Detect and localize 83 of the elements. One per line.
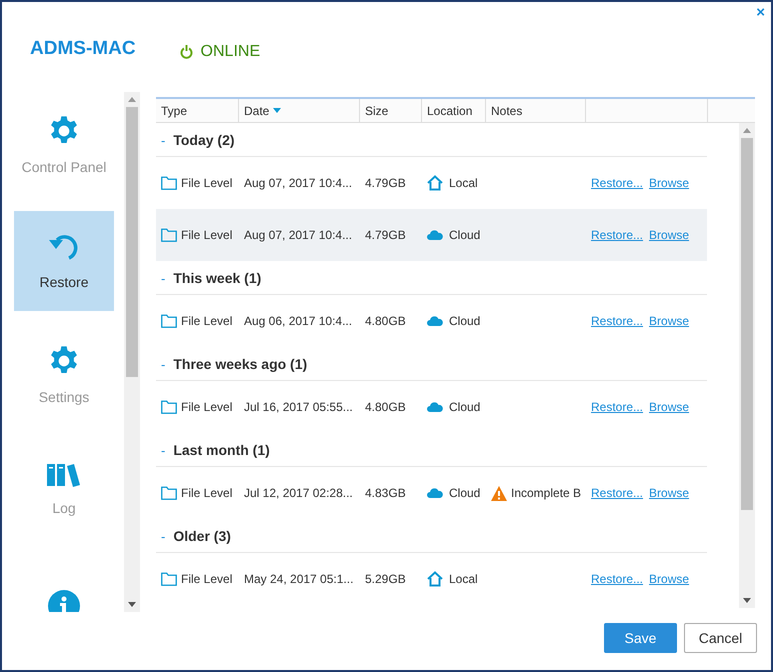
scroll-up-icon[interactable] <box>128 97 136 102</box>
type-cell-text: File Level <box>181 485 232 502</box>
type-cell-text: File Level <box>181 227 232 244</box>
cloud-icon <box>427 488 443 498</box>
location-cell-text: Local <box>449 571 478 588</box>
sidebar-item[interactable]: Settings <box>14 326 114 426</box>
date-cell-text: Aug 07, 2017 10:4... <box>243 175 354 192</box>
size-cell-text: 4.80GB <box>364 313 407 330</box>
folder-icon <box>161 486 177 500</box>
group-heading: Last month (1) <box>173 441 270 460</box>
location-cell-text: Local <box>449 175 478 192</box>
action-link[interactable]: Restore... <box>591 312 644 330</box>
status-text: ONLINE <box>200 42 260 62</box>
type-cell-text: File Level <box>181 571 232 588</box>
folder-icon <box>161 572 177 586</box>
action-link[interactable]: Browse <box>649 570 690 588</box>
cancel-button[interactable]: Cancel <box>684 623 757 653</box>
sidebar-item[interactable]: Log <box>14 441 114 541</box>
scrollbar[interactable] <box>124 92 140 612</box>
action-link[interactable]: Browse <box>649 398 690 416</box>
group-heading: Today (2) <box>173 131 235 150</box>
scroll-down-icon[interactable] <box>128 602 136 607</box>
folder-icon <box>161 314 177 328</box>
column-header[interactable]: Type <box>156 99 239 122</box>
sidebar-item[interactable]: Control Panel <box>14 96 114 196</box>
collapse-toggle[interactable]: - <box>161 354 166 374</box>
scroll-up-icon[interactable] <box>743 128 751 133</box>
type-cell-text: File Level <box>181 175 232 192</box>
size-cell-text: 4.80GB <box>364 399 407 416</box>
notes-cell-text: Incomplete B <box>511 485 582 502</box>
folder-icon <box>161 176 177 190</box>
home-icon <box>427 175 443 191</box>
cloud-icon <box>427 316 443 326</box>
size-cell-text: 4.83GB <box>364 485 407 502</box>
action-link[interactable]: Restore... <box>591 174 644 192</box>
action-link[interactable]: Browse <box>649 484 690 502</box>
collapse-toggle[interactable]: - <box>161 526 166 546</box>
cloud-icon <box>427 402 443 412</box>
size-cell-text: 4.79GB <box>364 175 407 192</box>
date-cell-text: Jul 12, 2017 02:28... <box>243 485 354 502</box>
location-cell-text: Cloud <box>449 227 480 244</box>
type-cell-text: File Level <box>181 313 232 330</box>
action-link[interactable]: Restore... <box>591 570 644 588</box>
action-link[interactable]: Browse <box>649 312 690 330</box>
close-button[interactable]: × <box>756 5 765 20</box>
date-cell-text: Aug 07, 2017 10:4... <box>243 227 354 244</box>
group-heading: Older (3) <box>173 527 231 546</box>
action-link[interactable]: Restore... <box>591 226 644 244</box>
scrollbar[interactable] <box>739 123 755 608</box>
collapse-toggle[interactable]: - <box>161 130 166 150</box>
sort-caret-icon <box>273 108 282 113</box>
action-link[interactable]: Restore... <box>591 484 644 502</box>
date-cell-text: Jul 16, 2017 05:55... <box>243 399 354 416</box>
date-cell-text: Aug 06, 2017 10:4... <box>243 313 354 330</box>
column-header[interactable]: Location <box>422 99 486 122</box>
device-name: ADMS-MAC <box>30 37 136 61</box>
group-heading: Three weeks ago (1) <box>173 355 308 374</box>
group-heading: This week (1) <box>173 269 262 288</box>
cloud-icon <box>427 230 443 240</box>
column-header[interactable]: Notes <box>486 99 586 122</box>
action-link[interactable]: Browse <box>649 226 690 244</box>
date-cell-text: May 24, 2017 05:1... <box>243 571 354 588</box>
home-icon <box>427 571 443 587</box>
location-cell-text: Cloud <box>449 485 480 502</box>
table-row[interactable]: File Level Aug 07, 2017 10:4... 4.79GB Cloud Restore... Browse <box>156 209 707 261</box>
action-link[interactable]: Browse <box>649 174 690 192</box>
folder-icon <box>161 400 177 414</box>
column-header[interactable]: Date <box>239 99 360 122</box>
column-header[interactable]: Size <box>360 99 422 122</box>
type-cell-text: File Level <box>181 399 232 416</box>
action-link[interactable]: Restore... <box>591 398 644 416</box>
location-cell-text: Cloud <box>449 313 480 330</box>
save-button[interactable]: Save <box>604 623 677 653</box>
collapse-toggle[interactable]: - <box>161 268 166 288</box>
warning-icon <box>491 486 507 500</box>
size-cell-text: 5.29GB <box>364 571 407 588</box>
collapse-toggle[interactable]: - <box>161 440 166 460</box>
books-icon <box>47 464 81 488</box>
folder-icon <box>161 228 177 242</box>
size-cell-text: 4.79GB <box>364 227 407 244</box>
sidebar-item[interactable]: Restore <box>14 211 114 311</box>
scroll-down-icon[interactable] <box>743 598 751 603</box>
location-cell-text: Cloud <box>449 399 480 416</box>
